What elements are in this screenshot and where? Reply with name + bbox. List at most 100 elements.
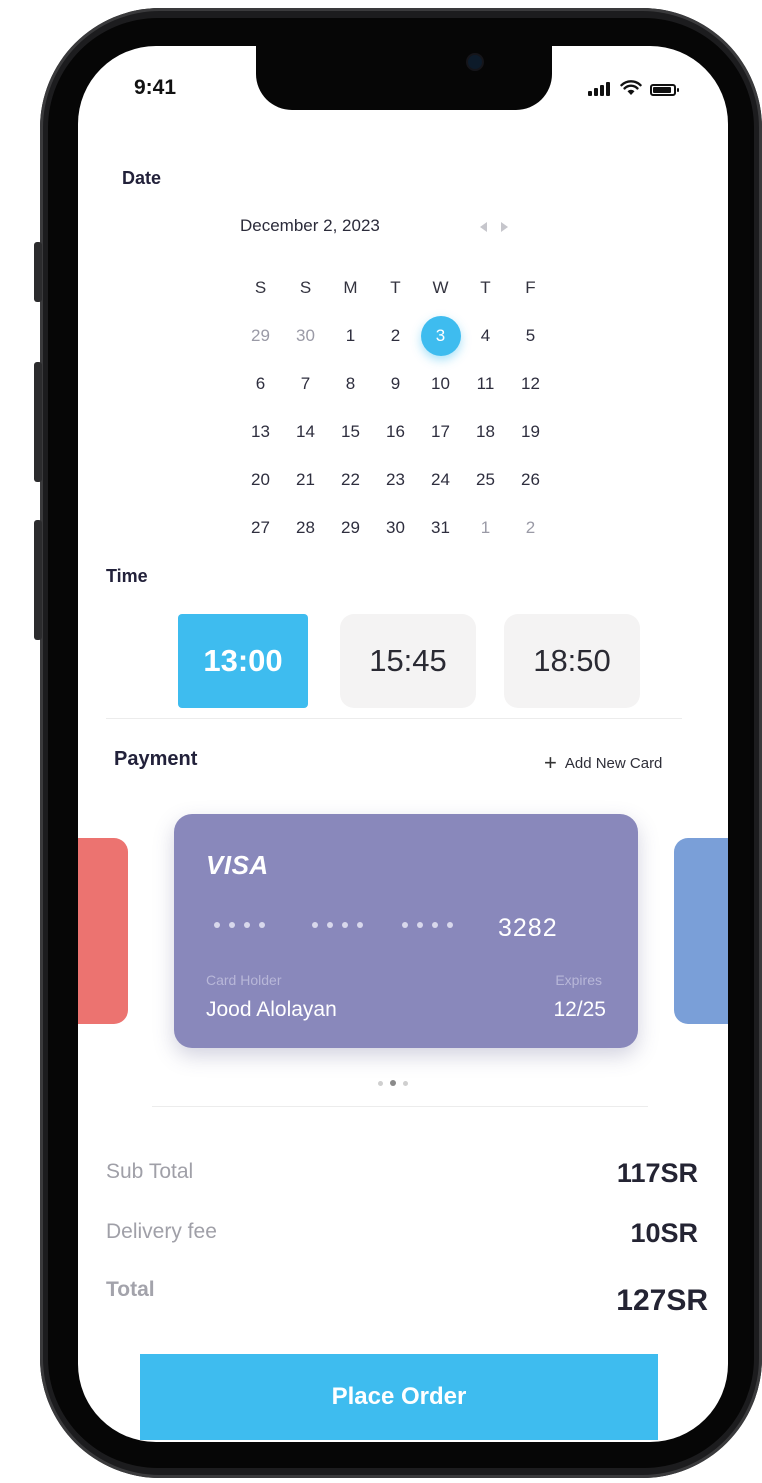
calendar-day[interactable]: 10 [418,374,463,394]
calendar-day-number: 3 [420,316,461,356]
calendar-day-number: 29 [341,518,360,537]
weekday-label: W [432,278,449,297]
add-new-card-button[interactable]: + Add New Card [544,752,662,774]
calendar-day[interactable]: 14 [283,422,328,442]
masked-digits-group [214,922,265,928]
total-value: 127SR [616,1284,708,1317]
time-slot-1300[interactable]: 13:00 [178,614,308,708]
calendar-day[interactable]: 22 [328,470,373,490]
calendar-day-number: 17 [431,422,450,441]
pager-dot-active[interactable] [390,1080,396,1086]
calendar-day-number: 30 [296,326,315,345]
calendar-day-number: 23 [386,470,405,489]
front-camera [468,55,482,69]
pager-dot[interactable] [403,1080,408,1086]
calendar-day-number: 15 [341,422,360,441]
calendar-day[interactable]: 13 [238,422,283,442]
calendar-day-number: 28 [296,518,315,537]
place-order-button[interactable]: Place Order [140,1354,658,1440]
calendar-day[interactable]: 27 [238,518,283,538]
card-holder-label: Card Holder [206,972,282,988]
calendar-day[interactable]: 29 [328,518,373,538]
action-button [34,242,42,302]
calendar-day[interactable]: 17 [418,422,463,442]
plus-icon: + [544,750,557,775]
volume-up-button [34,362,42,482]
calendar-day[interactable]: 12 [508,374,553,394]
calendar-day-number: 14 [296,422,315,441]
calendar-day[interactable]: 6 [238,374,283,394]
weekday-label: S [299,278,312,297]
calendar-day-number: 30 [386,518,405,537]
payment-card-selected[interactable]: VISA 3282 Card Holder Expires Jood Alola… [174,814,638,1048]
card-pager [378,1080,408,1086]
calendar-day[interactable]: 11 [463,374,508,394]
calendar-day[interactable]: 15 [328,422,373,442]
weekday-label: T [390,278,401,297]
calendar-day[interactable]: 28 [283,518,328,538]
calendar-day-number: 20 [251,470,270,489]
calendar-day[interactable]: 23 [373,470,418,490]
calendar-day-number: 1 [345,326,356,345]
time-divider [106,718,682,719]
pager-dot[interactable] [378,1080,383,1086]
previous-card-peek[interactable] [78,838,128,1024]
calendar-day[interactable]: 24 [418,470,463,490]
calendar-day[interactable]: 9 [373,374,418,394]
calendar-day[interactable]: 1 [328,326,373,346]
status-icons [588,80,679,96]
calendar-day-number: 12 [521,374,540,393]
battery-icon [650,84,679,96]
calendar-day[interactable]: 20 [238,470,283,490]
calendar-day[interactable]: 19 [508,422,553,442]
subtotal-value: 117SR [616,1158,698,1188]
calendar-week-row: 6 7 8 9 10 11 12 [238,360,558,408]
status-time: 9:41 [134,76,177,99]
calendar-day[interactable]: 30 [283,326,328,346]
calendar-day-number: 9 [390,374,401,393]
next-month-icon[interactable] [501,222,508,232]
calendar-day-number: 4 [480,326,491,345]
calendar-day-number: 27 [251,518,270,537]
date-section-label: Date [122,168,162,188]
weekday-label: F [525,278,536,297]
calendar-day-number: 11 [476,374,495,393]
next-card-peek[interactable] [674,838,728,1024]
calendar-day[interactable]: 16 [373,422,418,442]
calendar-day[interactable]: 26 [508,470,553,490]
dynamic-notch [256,46,552,110]
payment-divider [152,1106,648,1107]
calendar-day[interactable]: 2 [373,326,418,346]
calendar-day[interactable]: 29 [238,326,283,346]
calendar-day-number: 18 [476,422,495,441]
time-slot-1545[interactable]: 15:45 [340,614,476,708]
delivery-fee-label: Delivery fee [106,1220,217,1243]
subtotal-label: Sub Total [106,1160,194,1183]
weekday-label: S [254,278,267,297]
calendar-day[interactable]: 5 [508,326,553,346]
calendar-day[interactable]: 21 [283,470,328,490]
calendar-week-row: 20 21 22 23 24 25 26 [238,456,558,504]
calendar-day[interactable]: 8 [328,374,373,394]
time-section-label: Time [106,566,148,586]
calendar-day-number: 7 [300,374,311,393]
calendar-day-number: 31 [431,518,450,537]
wifi-icon [620,80,642,95]
calendar-day[interactable]: 30 [373,518,418,538]
calendar-day-number: 25 [476,470,495,489]
calendar-day-number: 10 [431,374,450,393]
calendar-day-number: 6 [255,374,266,393]
calendar-day[interactable]: 31 [418,518,463,538]
previous-month-icon[interactable] [480,222,487,232]
calendar-day[interactable]: 7 [283,374,328,394]
calendar-day-number: 19 [521,422,540,441]
calendar-day[interactable]: 2 [508,518,553,538]
calendar-day[interactable]: 1 [463,518,508,538]
calendar-day-selected[interactable]: 3 [418,316,463,356]
calendar-day[interactable]: 4 [463,326,508,346]
calendar-day-number: 8 [345,374,356,393]
time-slot-1850[interactable]: 18:50 [504,614,640,708]
calendar-day-number: 5 [525,326,536,345]
calendar-day[interactable]: 18 [463,422,508,442]
calendar-day[interactable]: 25 [463,470,508,490]
